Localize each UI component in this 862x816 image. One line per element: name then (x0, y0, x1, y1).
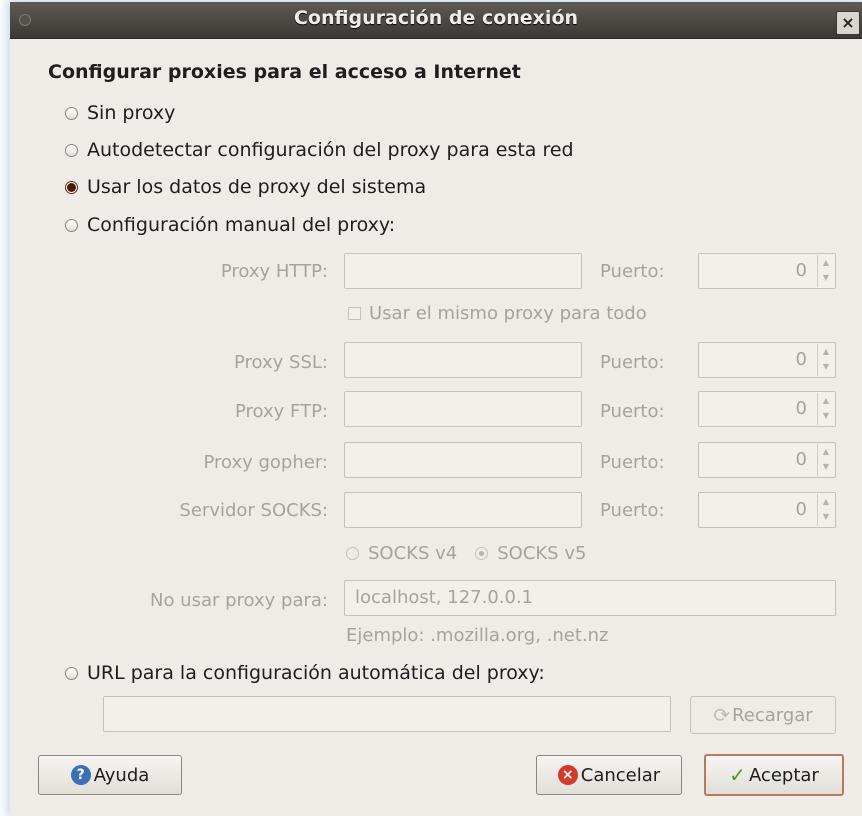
same-proxy-label: Usar el mismo proxy para todo (369, 303, 647, 324)
radio-socks-v5[interactable]: SOCKS v5 (475, 543, 586, 564)
reload-label: Recargar (732, 704, 813, 726)
radio-indicator[interactable] (65, 143, 78, 157)
socks-version-group: SOCKS v4 SOCKS v5 (346, 543, 586, 564)
help-label: Ayuda (93, 764, 150, 786)
auto-config-url-input[interactable] (103, 696, 671, 732)
no-proxy-example: Ejemplo: .mozilla.org, .net.nz (346, 625, 609, 646)
radio-indicator[interactable] (346, 547, 359, 560)
radio-auto-url[interactable]: URL para la configuración automática del… (65, 662, 545, 684)
cancel-button[interactable]: × Cancelar (536, 755, 682, 795)
same-proxy-checkbox-row[interactable]: Usar el mismo proxy para todo (348, 303, 647, 324)
close-icon: × (841, 13, 855, 32)
help-button[interactable]: ? Ayuda (38, 755, 182, 795)
socks-server-input[interactable] (344, 492, 582, 528)
connection-settings-dialog: Configuración de conexión × Configurar p… (10, 2, 862, 816)
ok-label: Aceptar (748, 764, 819, 786)
radio-indicator[interactable] (65, 106, 78, 120)
ssl-proxy-label: Proxy SSL: (234, 352, 328, 373)
socks-port-spinner[interactable]: 0 ▲ ▼ (698, 492, 836, 528)
ftp-port-label: Puerto: (600, 401, 665, 422)
radio-label: URL para la configuración automática del… (87, 662, 545, 684)
spinner-arrows-icon[interactable]: ▲ ▼ (817, 255, 834, 287)
http-port-label: Puerto: (600, 261, 665, 282)
radio-no-proxy[interactable]: Sin proxy (65, 102, 175, 124)
spinner-arrows-icon[interactable]: ▲ ▼ (817, 494, 834, 526)
http-proxy-input[interactable] (344, 253, 582, 289)
gopher-proxy-input[interactable] (344, 442, 582, 478)
radio-label: Sin proxy (87, 102, 176, 124)
no-proxy-input[interactable]: localhost, 127.0.0.1 (344, 580, 836, 616)
ftp-proxy-input[interactable] (344, 391, 582, 427)
radio-manual[interactable]: Configuración manual del proxy: (65, 214, 395, 236)
cancel-label: Cancelar (580, 764, 661, 786)
http-port-spinner[interactable]: 0 ▲ ▼ (698, 253, 836, 289)
gopher-proxy-label: Proxy gopher: (203, 452, 328, 473)
socks-v4-label: SOCKS v4 (368, 543, 458, 564)
spinner-arrows-icon[interactable]: ▲ ▼ (817, 344, 834, 376)
ok-button[interactable]: ✓ Aceptar (704, 754, 844, 796)
socks-server-label: Servidor SOCKS: (179, 500, 328, 521)
ftp-port-spinner[interactable]: 0 ▲ ▼ (698, 391, 836, 427)
socks-v5-label: SOCKS v5 (497, 543, 587, 564)
checkmark-icon: ✓ (729, 763, 746, 787)
radio-label: Configuración manual del proxy: (87, 214, 396, 236)
cancel-icon: × (557, 765, 578, 785)
ftp-proxy-label: Proxy FTP: (235, 401, 328, 422)
spinner-arrows-icon[interactable]: ▲ ▼ (817, 393, 834, 425)
spinner-arrows-icon[interactable]: ▲ ▼ (817, 444, 834, 476)
http-port-value: 0 (795, 260, 807, 281)
gopher-port-label: Puerto: (600, 452, 665, 473)
http-proxy-label: Proxy HTTP: (220, 261, 328, 282)
radio-label: Usar los datos de proxy del sistema (87, 176, 427, 198)
gopher-port-spinner[interactable]: 0 ▲ ▼ (698, 442, 836, 478)
reload-button[interactable]: ⟳ Recargar (690, 696, 836, 734)
ftp-port-value: 0 (795, 398, 807, 419)
radio-socks-v4[interactable]: SOCKS v4 (346, 543, 457, 564)
socks-port-value: 0 (795, 499, 807, 520)
ssl-port-value: 0 (795, 349, 807, 370)
socks-port-label: Puerto: (600, 500, 665, 521)
radio-indicator[interactable] (65, 218, 78, 232)
gopher-port-value: 0 (795, 449, 807, 470)
no-proxy-label: No usar proxy para: (149, 590, 328, 611)
ssl-port-spinner[interactable]: 0 ▲ ▼ (698, 342, 836, 378)
radio-system-proxy[interactable]: Usar los datos de proxy del sistema (65, 176, 426, 198)
radio-indicator-selected[interactable] (475, 547, 489, 560)
radio-indicator[interactable] (65, 666, 78, 680)
reload-icon: ⟳ (713, 703, 731, 727)
radio-autodetect[interactable]: Autodetectar configuración del proxy par… (65, 139, 574, 161)
section-heading: Configurar proxies para el acceso a Inte… (48, 61, 521, 83)
same-proxy-checkbox[interactable] (348, 307, 361, 320)
close-button[interactable]: × (836, 11, 860, 35)
help-icon: ? (70, 765, 91, 785)
title-bar[interactable]: Configuración de conexión × (10, 2, 862, 39)
radio-label: Autodetectar configuración del proxy par… (87, 139, 574, 161)
ssl-port-label: Puerto: (600, 352, 665, 373)
ssl-proxy-input[interactable] (344, 342, 582, 378)
window-title: Configuración de conexión (293, 7, 579, 29)
radio-indicator-selected[interactable] (65, 180, 78, 194)
